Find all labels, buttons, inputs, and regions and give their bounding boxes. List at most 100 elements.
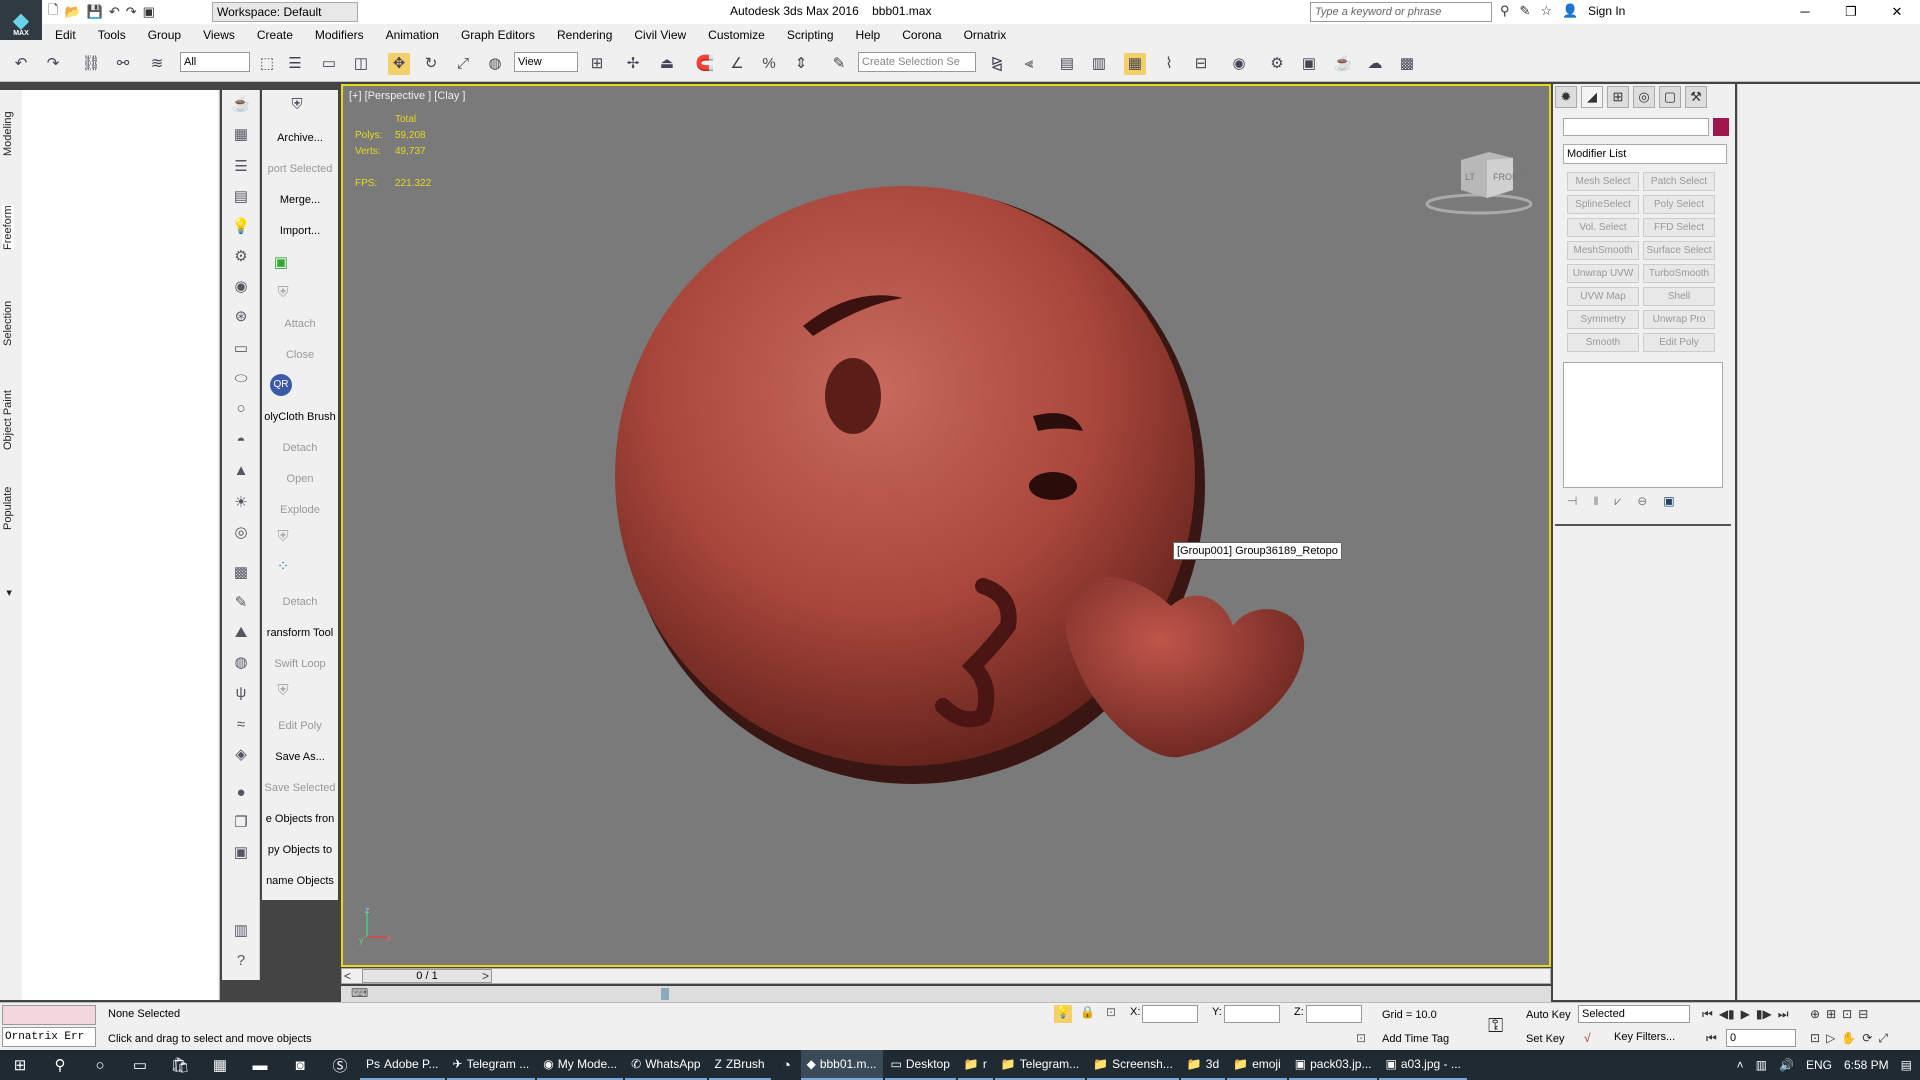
clock-app-icon[interactable]: ◔ [773, 1057, 801, 1074]
link-icon[interactable]: ⛓ [80, 53, 102, 75]
objects-from-button[interactable]: e Objects fron [264, 813, 336, 825]
uvw-map-button[interactable]: UVW Map [1567, 287, 1639, 306]
import-button[interactable]: Import... [264, 225, 336, 237]
isolate-selection-icon[interactable]: 💡 [1054, 1005, 1072, 1023]
menu-ornatrix[interactable]: Ornatrix [964, 28, 1007, 42]
swift-loop-button[interactable]: Swift Loop [264, 658, 336, 670]
render-icon[interactable]: ⊛ [230, 306, 252, 328]
window-crossing-icon[interactable]: ◫ [350, 53, 372, 75]
tab-freeform[interactable]: Freeform [2, 205, 14, 250]
modify-tab-icon[interactable]: ◢ [1581, 86, 1603, 108]
manipulate-icon[interactable]: ✢ [622, 53, 644, 75]
taskbar-item-emoji[interactable]: 📁 emoji [1227, 1050, 1287, 1080]
field-of-view-icon[interactable]: ▷ [1826, 1031, 1835, 1046]
select-and-move-icon[interactable]: ✥ [388, 53, 410, 75]
undo-icon[interactable]: ↶ [10, 53, 32, 75]
orbit-icon[interactable]: ⟳ [1862, 1031, 1872, 1046]
detach-button-2[interactable]: Detach [264, 596, 336, 608]
select-and-scale-icon[interactable]: ⤢ [452, 53, 474, 75]
ffd-select-button[interactable]: FFD Select [1643, 218, 1715, 237]
monitor-icon[interactable]: ▬ [240, 1057, 280, 1074]
edit-poly-modifier-button[interactable]: Edit Poly [1643, 333, 1715, 352]
pan-view-icon[interactable]: ✋ [1841, 1031, 1856, 1046]
show-end-result-icon[interactable]: ‖ [1593, 494, 1598, 509]
close-icon[interactable]: ✕ [1874, 0, 1920, 24]
taskbar-item-telegram-folder[interactable]: 📁 Telegram... [994, 1050, 1086, 1080]
notifications-icon[interactable]: ▤ [1901, 1058, 1912, 1072]
track-bar[interactable]: ⌨ [341, 986, 1551, 1002]
skype-icon[interactable]: Ⓢ [320, 1055, 360, 1076]
calculator-icon[interactable]: ▦ [200, 1056, 240, 1074]
export-selected-button[interactable]: port Selected [264, 163, 336, 175]
current-frame-field[interactable]: 0 [1726, 1029, 1796, 1047]
rename-icon[interactable]: ▣ [230, 842, 252, 864]
time-config-icon[interactable]: ⊡ [1810, 1031, 1820, 1046]
dome-icon[interactable]: ◓ [230, 430, 252, 452]
workspace-dropdown[interactable]: Workspace: Default [212, 2, 358, 22]
track-bar-marker[interactable] [661, 988, 669, 1000]
mirror-icon[interactable]: ⧎ [986, 53, 1008, 75]
render-production-icon[interactable]: ☕ [1332, 53, 1354, 75]
taskbar-item-chrome[interactable]: ◉ My Mode... [537, 1050, 624, 1080]
modifier-list-dropdown[interactable]: Modifier List [1563, 144, 1727, 164]
surface-select-button[interactable]: Surface Select [1643, 241, 1715, 260]
time-slider[interactable]: < 0 / 1 > [341, 968, 1551, 984]
previous-frame-icon[interactable]: ◀▮ [1719, 1007, 1735, 1022]
set-key-icon[interactable]: ⚿ [1488, 1015, 1503, 1038]
ribbon-expand-icon[interactable]: ◂ [2, 590, 15, 596]
zoom-all-icon[interactable]: ⊞ [1826, 1007, 1836, 1021]
edit-named-selection-icon[interactable]: ✎ [828, 53, 850, 75]
merge-button[interactable]: Merge... [264, 194, 336, 206]
mountain-icon[interactable]: ⛰ [230, 622, 252, 644]
poly-select-button[interactable]: Poly Select [1643, 195, 1715, 214]
teapot-icon[interactable]: ☕ [230, 94, 252, 116]
tab-modeling[interactable]: Modeling [2, 111, 14, 156]
dots-icon[interactable]: ⁘ [272, 556, 294, 578]
volume-icon[interactable]: 🔊 [1779, 1058, 1794, 1072]
time-slider-thumb[interactable]: 0 / 1 [362, 969, 492, 983]
application-button[interactable]: ◆ MAX [0, 0, 42, 40]
menu-tools[interactable]: Tools [98, 28, 126, 42]
layers-icon[interactable]: ▥ [230, 920, 252, 942]
project-folder-icon[interactable]: ▣ [143, 4, 155, 20]
x-coord-field[interactable] [1142, 1005, 1198, 1023]
polycloth-brush-button[interactable]: olyCloth Brush [264, 411, 336, 423]
taskbar-item-pack03[interactable]: ▣ pack03.jp... [1288, 1050, 1378, 1080]
key-filters-button[interactable]: Key Filters... [1614, 1031, 1675, 1043]
layer-manager-icon[interactable]: ▥ [1088, 53, 1110, 75]
z-coord-field[interactable] [1306, 1005, 1362, 1023]
align-icon[interactable]: ⫷ [1018, 53, 1040, 75]
configure-modifier-sets-icon[interactable]: ▣ [1663, 494, 1674, 509]
schematic-view-icon[interactable]: ⊟ [1190, 53, 1212, 75]
close-button[interactable]: Close [264, 349, 336, 361]
rename-objects-button[interactable]: name Objects [264, 875, 336, 887]
key-selection-set-dropdown[interactable]: Selected [1578, 1005, 1690, 1023]
menu-rendering[interactable]: Rendering [557, 28, 612, 42]
qr-icon[interactable]: QR [270, 374, 292, 396]
camera-icon[interactable]: ◉ [230, 276, 252, 298]
menu-edit[interactable]: Edit [55, 28, 76, 42]
screen-icon[interactable]: ▣ [270, 252, 292, 274]
clock[interactable]: 6:58 PM [1844, 1058, 1889, 1072]
sun-icon[interactable]: ☀ [230, 492, 252, 514]
rectangular-selection-icon[interactable]: ▭ [318, 53, 340, 75]
menu-corona[interactable]: Corona [902, 28, 941, 42]
taskbar-item-desktop[interactable]: ▭ Desktop [884, 1050, 956, 1080]
search-icon[interactable]: ⚲ [40, 1056, 80, 1074]
table-icon[interactable]: ▤ [230, 186, 252, 208]
language-indicator[interactable]: ENG [1806, 1058, 1832, 1072]
taskbar-item-zbrush[interactable]: Z ZBrush [708, 1050, 771, 1080]
help-search-input[interactable]: Type a keyword or phrase [1310, 2, 1492, 22]
render-in-cloud-icon[interactable]: ▩ [1396, 53, 1418, 75]
display-tab-icon[interactable]: ▢ [1659, 86, 1681, 108]
menu-modifiers[interactable]: Modifiers [315, 28, 364, 42]
time-tag-icon[interactable]: ⊡ [1356, 1031, 1366, 1045]
object-color-swatch[interactable] [1713, 118, 1729, 136]
remove-modifier-icon[interactable]: ⊖ [1637, 494, 1647, 509]
save-as-button[interactable]: Save As... [264, 751, 336, 763]
unwrap-uvw-button[interactable]: Unwrap UVW [1567, 264, 1639, 283]
task-view-icon[interactable]: ▭ [120, 1056, 160, 1074]
save-file-icon[interactable]: 💾 [87, 4, 103, 20]
copy-icon[interactable]: ❐ [230, 812, 252, 834]
open-file-icon[interactable]: 📂 [64, 4, 80, 20]
